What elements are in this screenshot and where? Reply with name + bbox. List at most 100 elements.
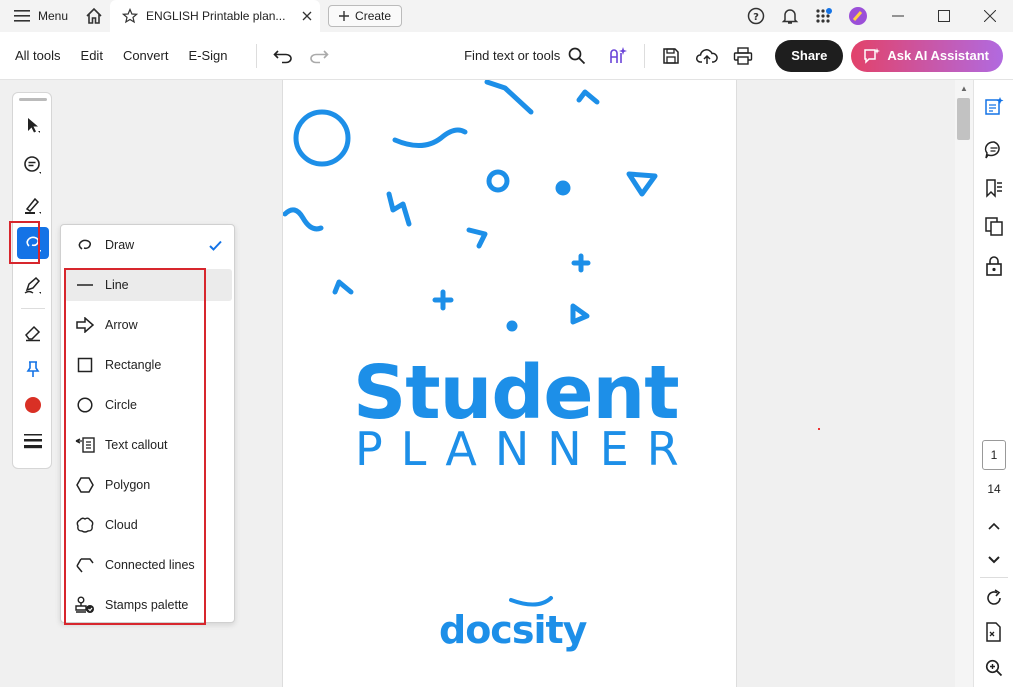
draw-icon bbox=[78, 239, 92, 250]
close-tab-icon[interactable] bbox=[302, 11, 312, 21]
current-page-input[interactable]: 1 bbox=[982, 440, 1006, 470]
menu-convert[interactable]: Convert bbox=[123, 48, 169, 63]
scroll-thumb[interactable] bbox=[957, 98, 970, 140]
home-icon bbox=[86, 7, 102, 24]
next-page-button[interactable] bbox=[982, 548, 1006, 572]
comment-tool-button[interactable] bbox=[17, 149, 49, 181]
rotate-button[interactable] bbox=[982, 586, 1006, 610]
document-settings-icon bbox=[986, 622, 1001, 642]
ai-sparkle-icon bbox=[610, 46, 628, 63]
ai-tools-button[interactable] bbox=[600, 38, 636, 74]
redo-icon bbox=[309, 49, 329, 63]
menu-label: Menu bbox=[38, 9, 69, 23]
minimize-icon bbox=[892, 15, 904, 17]
star-icon[interactable] bbox=[122, 8, 139, 24]
menu-edit[interactable]: Edit bbox=[81, 48, 103, 63]
eraser-tool-button[interactable] bbox=[17, 317, 49, 349]
previous-page-button[interactable] bbox=[982, 514, 1006, 538]
print-button[interactable] bbox=[725, 38, 761, 74]
color-swatch-icon bbox=[25, 397, 41, 413]
scroll-up-arrow-icon[interactable]: ▲ bbox=[960, 84, 968, 93]
help-button[interactable]: ? bbox=[739, 0, 773, 32]
main-toolbar: All tools Edit Convert E-Sign Find text … bbox=[0, 32, 1013, 80]
redo-button[interactable] bbox=[301, 38, 337, 74]
share-button[interactable]: Share bbox=[775, 39, 844, 72]
find-tools[interactable]: Find text or tools bbox=[464, 47, 586, 65]
menu-item-draw[interactable]: Draw bbox=[65, 229, 232, 261]
plus-icon bbox=[339, 11, 350, 21]
maximize-icon bbox=[938, 10, 950, 22]
save-icon bbox=[663, 47, 679, 64]
bookmarks-panel-button[interactable] bbox=[982, 176, 1006, 200]
minimize-button[interactable] bbox=[875, 0, 921, 32]
toolbar-divider-2 bbox=[644, 43, 646, 68]
notifications-button[interactable] bbox=[773, 0, 807, 32]
page-display-button[interactable] bbox=[982, 620, 1006, 644]
document-tab[interactable]: ENGLISH Printable plan... bbox=[110, 0, 321, 32]
shapes-highlight-box bbox=[64, 268, 206, 625]
sign-tool-button[interactable] bbox=[17, 269, 49, 301]
draw-tool-highlight-box bbox=[9, 221, 40, 264]
ai-chat-icon bbox=[864, 47, 881, 64]
ask-ai-assistant-button[interactable]: Ask AI Assistant bbox=[851, 39, 1003, 72]
printer-icon bbox=[734, 46, 753, 65]
annotation-tools-panel bbox=[12, 92, 52, 469]
comment-icon bbox=[984, 141, 1000, 159]
brand-logo: docsity bbox=[439, 608, 587, 652]
pen-icon bbox=[24, 276, 41, 294]
close-icon bbox=[984, 10, 996, 22]
rotate-icon bbox=[987, 589, 1001, 605]
zoom-in-icon bbox=[985, 659, 1003, 677]
edit-document-icon bbox=[985, 97, 1004, 115]
find-label: Find text or tools bbox=[464, 48, 561, 63]
highlighter-icon bbox=[25, 197, 41, 214]
pin-icon bbox=[26, 361, 40, 377]
document-title-planner: PLANNER bbox=[355, 422, 697, 476]
menu-esign[interactable]: E-Sign bbox=[188, 48, 227, 63]
title-bar: Menu ENGLISH Printable plan... Create ? bbox=[0, 0, 1013, 32]
menu-all-tools[interactable]: All tools bbox=[0, 48, 61, 63]
save-button[interactable] bbox=[653, 38, 689, 74]
create-button[interactable]: Create bbox=[328, 5, 403, 27]
ai-label: Ask AI Assistant bbox=[887, 48, 989, 63]
upload-button[interactable] bbox=[689, 38, 725, 74]
create-label: Create bbox=[355, 9, 392, 23]
profile-button[interactable] bbox=[841, 0, 875, 32]
zoom-in-button[interactable] bbox=[982, 656, 1006, 680]
apps-grid-icon bbox=[816, 8, 832, 23]
vertical-scrollbar[interactable]: ▲ bbox=[955, 80, 973, 687]
menu-item-label: Draw bbox=[105, 238, 135, 252]
select-tool-button[interactable] bbox=[17, 109, 49, 141]
undo-icon bbox=[272, 49, 292, 63]
apps-button[interactable] bbox=[807, 0, 841, 32]
maximize-button[interactable] bbox=[921, 0, 967, 32]
document-page[interactable]: Student PLANNER docsity bbox=[282, 80, 737, 687]
undo-button[interactable] bbox=[265, 38, 301, 74]
highlight-tool-button[interactable] bbox=[17, 189, 49, 221]
panel-divider bbox=[21, 308, 45, 309]
close-window-button[interactable] bbox=[967, 0, 1013, 32]
protect-button[interactable] bbox=[982, 254, 1006, 278]
pages-panel-button[interactable] bbox=[982, 214, 1006, 238]
pin-tool-button[interactable] bbox=[17, 353, 49, 385]
color-picker-button[interactable] bbox=[17, 389, 49, 421]
chevron-up-icon bbox=[988, 522, 1000, 530]
search-icon bbox=[568, 47, 586, 64]
copy-pages-icon bbox=[985, 217, 1003, 236]
rail-divider bbox=[980, 577, 1008, 578]
line-weight-button[interactable] bbox=[17, 425, 49, 457]
home-button[interactable] bbox=[78, 0, 110, 32]
help-icon: ? bbox=[747, 7, 765, 25]
comments-panel-button[interactable] bbox=[982, 138, 1006, 162]
comment-icon bbox=[24, 156, 41, 174]
stray-dot bbox=[818, 428, 820, 430]
eraser-icon bbox=[25, 325, 41, 342]
tab-title: ENGLISH Printable plan... bbox=[146, 9, 286, 23]
panel-grip-handle[interactable] bbox=[19, 98, 47, 101]
hamburger-icon bbox=[14, 10, 30, 22]
menu-button[interactable]: Menu bbox=[0, 0, 78, 32]
line-weight-icon bbox=[24, 434, 42, 449]
svg-text:?: ? bbox=[753, 12, 759, 23]
edit-pdf-button[interactable] bbox=[982, 94, 1006, 118]
total-pages: 14 bbox=[987, 482, 1001, 496]
